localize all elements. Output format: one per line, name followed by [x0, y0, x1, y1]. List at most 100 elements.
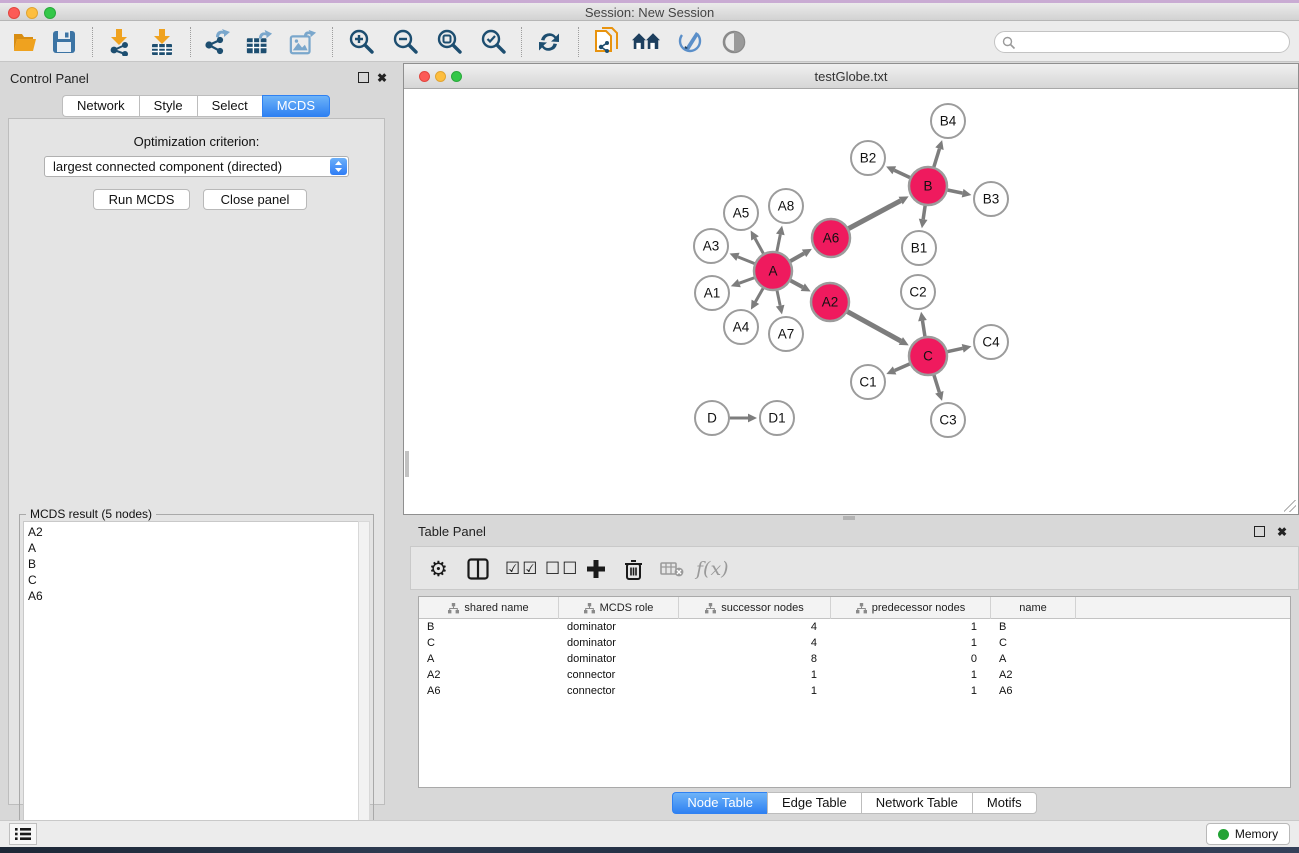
mcds-result-item[interactable]: A6 — [28, 588, 358, 604]
table-row[interactable]: Adominator80A — [419, 651, 1290, 667]
import-table-icon[interactable] — [148, 28, 176, 56]
graph-edge[interactable] — [894, 170, 911, 178]
graph-edge[interactable] — [738, 257, 756, 264]
graph-edge[interactable] — [933, 149, 939, 169]
table-cell[interactable]: 0 — [831, 651, 991, 667]
mcds-result-item[interactable]: A — [28, 540, 358, 556]
table-cell[interactable]: 1 — [679, 683, 831, 699]
tab-network[interactable]: Network — [62, 95, 139, 117]
zoom-selected-icon[interactable] — [479, 28, 507, 56]
memory-button[interactable]: Memory — [1206, 823, 1290, 845]
refresh-icon[interactable] — [535, 28, 563, 56]
zoom-in-icon[interactable] — [347, 28, 375, 56]
float-panel-icon[interactable] — [358, 72, 369, 83]
canvas-vertical-scrollmark[interactable] — [405, 451, 409, 477]
graph-edge[interactable] — [777, 289, 781, 306]
tab-select[interactable]: Select — [197, 95, 262, 117]
graph-edge[interactable] — [933, 373, 939, 392]
export-table-icon[interactable] — [245, 28, 273, 56]
table-row[interactable]: Bdominator41B — [419, 619, 1290, 635]
table-cell[interactable]: A6 — [991, 683, 1076, 699]
table-cell[interactable]: dominator — [559, 635, 679, 651]
mcds-result-item[interactable]: A2 — [28, 524, 358, 540]
graph-edge[interactable] — [846, 311, 901, 341]
node-table[interactable]: shared name MCDS role successor nodes pr… — [418, 596, 1291, 788]
table-row[interactable]: A6connector11A6 — [419, 683, 1290, 699]
column-header-mcds-role[interactable]: MCDS role — [559, 597, 679, 619]
graph-edge[interactable] — [789, 280, 803, 288]
column-header-predecessor-nodes[interactable]: predecessor nodes — [831, 597, 991, 619]
import-network-icon[interactable] — [105, 28, 133, 56]
tab-node-table[interactable]: Node Table — [672, 792, 767, 814]
mcds-result-list[interactable]: A2ABCA6 — [23, 521, 359, 847]
clone-network-icon[interactable] — [592, 28, 620, 56]
column-header-shared-name[interactable]: shared name — [419, 597, 559, 619]
table-cell[interactable]: 4 — [679, 635, 831, 651]
graph-edge[interactable] — [923, 204, 925, 219]
home-icon[interactable] — [632, 28, 660, 56]
graph-edge[interactable] — [739, 277, 756, 283]
graph-edge[interactable] — [946, 190, 963, 194]
table-cell[interactable]: 1 — [831, 667, 991, 683]
tab-mcds[interactable]: MCDS — [262, 95, 330, 117]
tab-network-table[interactable]: Network Table — [861, 792, 972, 814]
export-network-icon[interactable] — [203, 28, 231, 56]
zoom-out-icon[interactable] — [391, 28, 419, 56]
open-session-icon[interactable] — [12, 28, 40, 56]
graph-edge[interactable] — [755, 238, 764, 255]
table-cell[interactable]: 1 — [831, 683, 991, 699]
table-cell[interactable]: 1 — [679, 667, 831, 683]
table-cell[interactable]: 8 — [679, 651, 831, 667]
column-header-successor-nodes[interactable]: successor nodes — [679, 597, 831, 619]
network-window-titlebar[interactable]: testGlobe.txt — [404, 64, 1298, 89]
table-cell[interactable]: A — [991, 651, 1076, 667]
float-panel-icon[interactable] — [1254, 526, 1265, 537]
split-columns-icon[interactable] — [467, 555, 489, 583]
settings-gear-icon[interactable]: ⚙ — [429, 555, 448, 583]
graph-edge[interactable] — [755, 287, 764, 302]
close-panel-icon[interactable]: ✖ — [1277, 527, 1287, 538]
close-panel-icon[interactable]: ✖ — [377, 73, 387, 84]
search-field[interactable] — [994, 31, 1290, 53]
column-header-name[interactable]: name — [991, 597, 1076, 619]
table-cell[interactable]: 1 — [831, 635, 991, 651]
export-image-icon[interactable] — [289, 28, 317, 56]
add-column-icon[interactable] — [586, 555, 606, 583]
mcds-result-item[interactable]: C — [28, 572, 358, 588]
table-cell[interactable]: C — [419, 635, 559, 651]
table-cell[interactable]: B — [991, 619, 1076, 635]
network-canvas[interactable]: AA1A3A5A8A4A7A6A2BB2B4B3B1CC2C4C1C3DD1 — [405, 89, 1298, 514]
table-cell[interactable]: 4 — [679, 619, 831, 635]
table-cell[interactable]: C — [991, 635, 1076, 651]
table-cell[interactable]: A — [419, 651, 559, 667]
window-resize-grip[interactable] — [1284, 500, 1296, 512]
search-input[interactable] — [1019, 33, 1283, 51]
optimization-criterion-dropdown[interactable]: largest connected component (directed) — [44, 156, 349, 177]
delete-column-trash-icon[interactable] — [624, 555, 643, 583]
deselect-all-unchecked-icon[interactable]: ☐☐ — [545, 555, 579, 583]
graph-edge[interactable] — [922, 321, 925, 339]
table-row[interactable]: A2connector11A2 — [419, 667, 1290, 683]
graph-edge[interactable] — [847, 201, 901, 230]
table-cell[interactable]: A6 — [419, 683, 559, 699]
tab-motifs[interactable]: Motifs — [972, 792, 1037, 814]
select-all-checked-icon[interactable]: ☑☑ — [505, 555, 539, 583]
graph-edge[interactable] — [789, 253, 804, 262]
save-session-icon[interactable] — [50, 28, 78, 56]
table-cell[interactable]: connector — [559, 667, 679, 683]
tab-edge-table[interactable]: Edge Table — [767, 792, 861, 814]
graph-edge[interactable] — [895, 363, 912, 370]
task-history-button[interactable] — [9, 823, 37, 845]
table-cell[interactable]: dominator — [559, 651, 679, 667]
close-panel-button[interactable]: Close panel — [203, 189, 307, 210]
result-list-scrollbar[interactable] — [358, 521, 370, 847]
table-row[interactable]: Cdominator41C — [419, 635, 1290, 651]
graph-edge[interactable] — [777, 234, 781, 253]
zoom-fit-icon[interactable] — [435, 28, 463, 56]
mcds-result-item[interactable]: B — [28, 556, 358, 572]
show-network-icon[interactable] — [720, 28, 748, 56]
table-cell[interactable]: A2 — [991, 667, 1076, 683]
run-mcds-button[interactable]: Run MCDS — [93, 189, 190, 210]
table-cell[interactable]: B — [419, 619, 559, 635]
table-cell[interactable]: 1 — [831, 619, 991, 635]
